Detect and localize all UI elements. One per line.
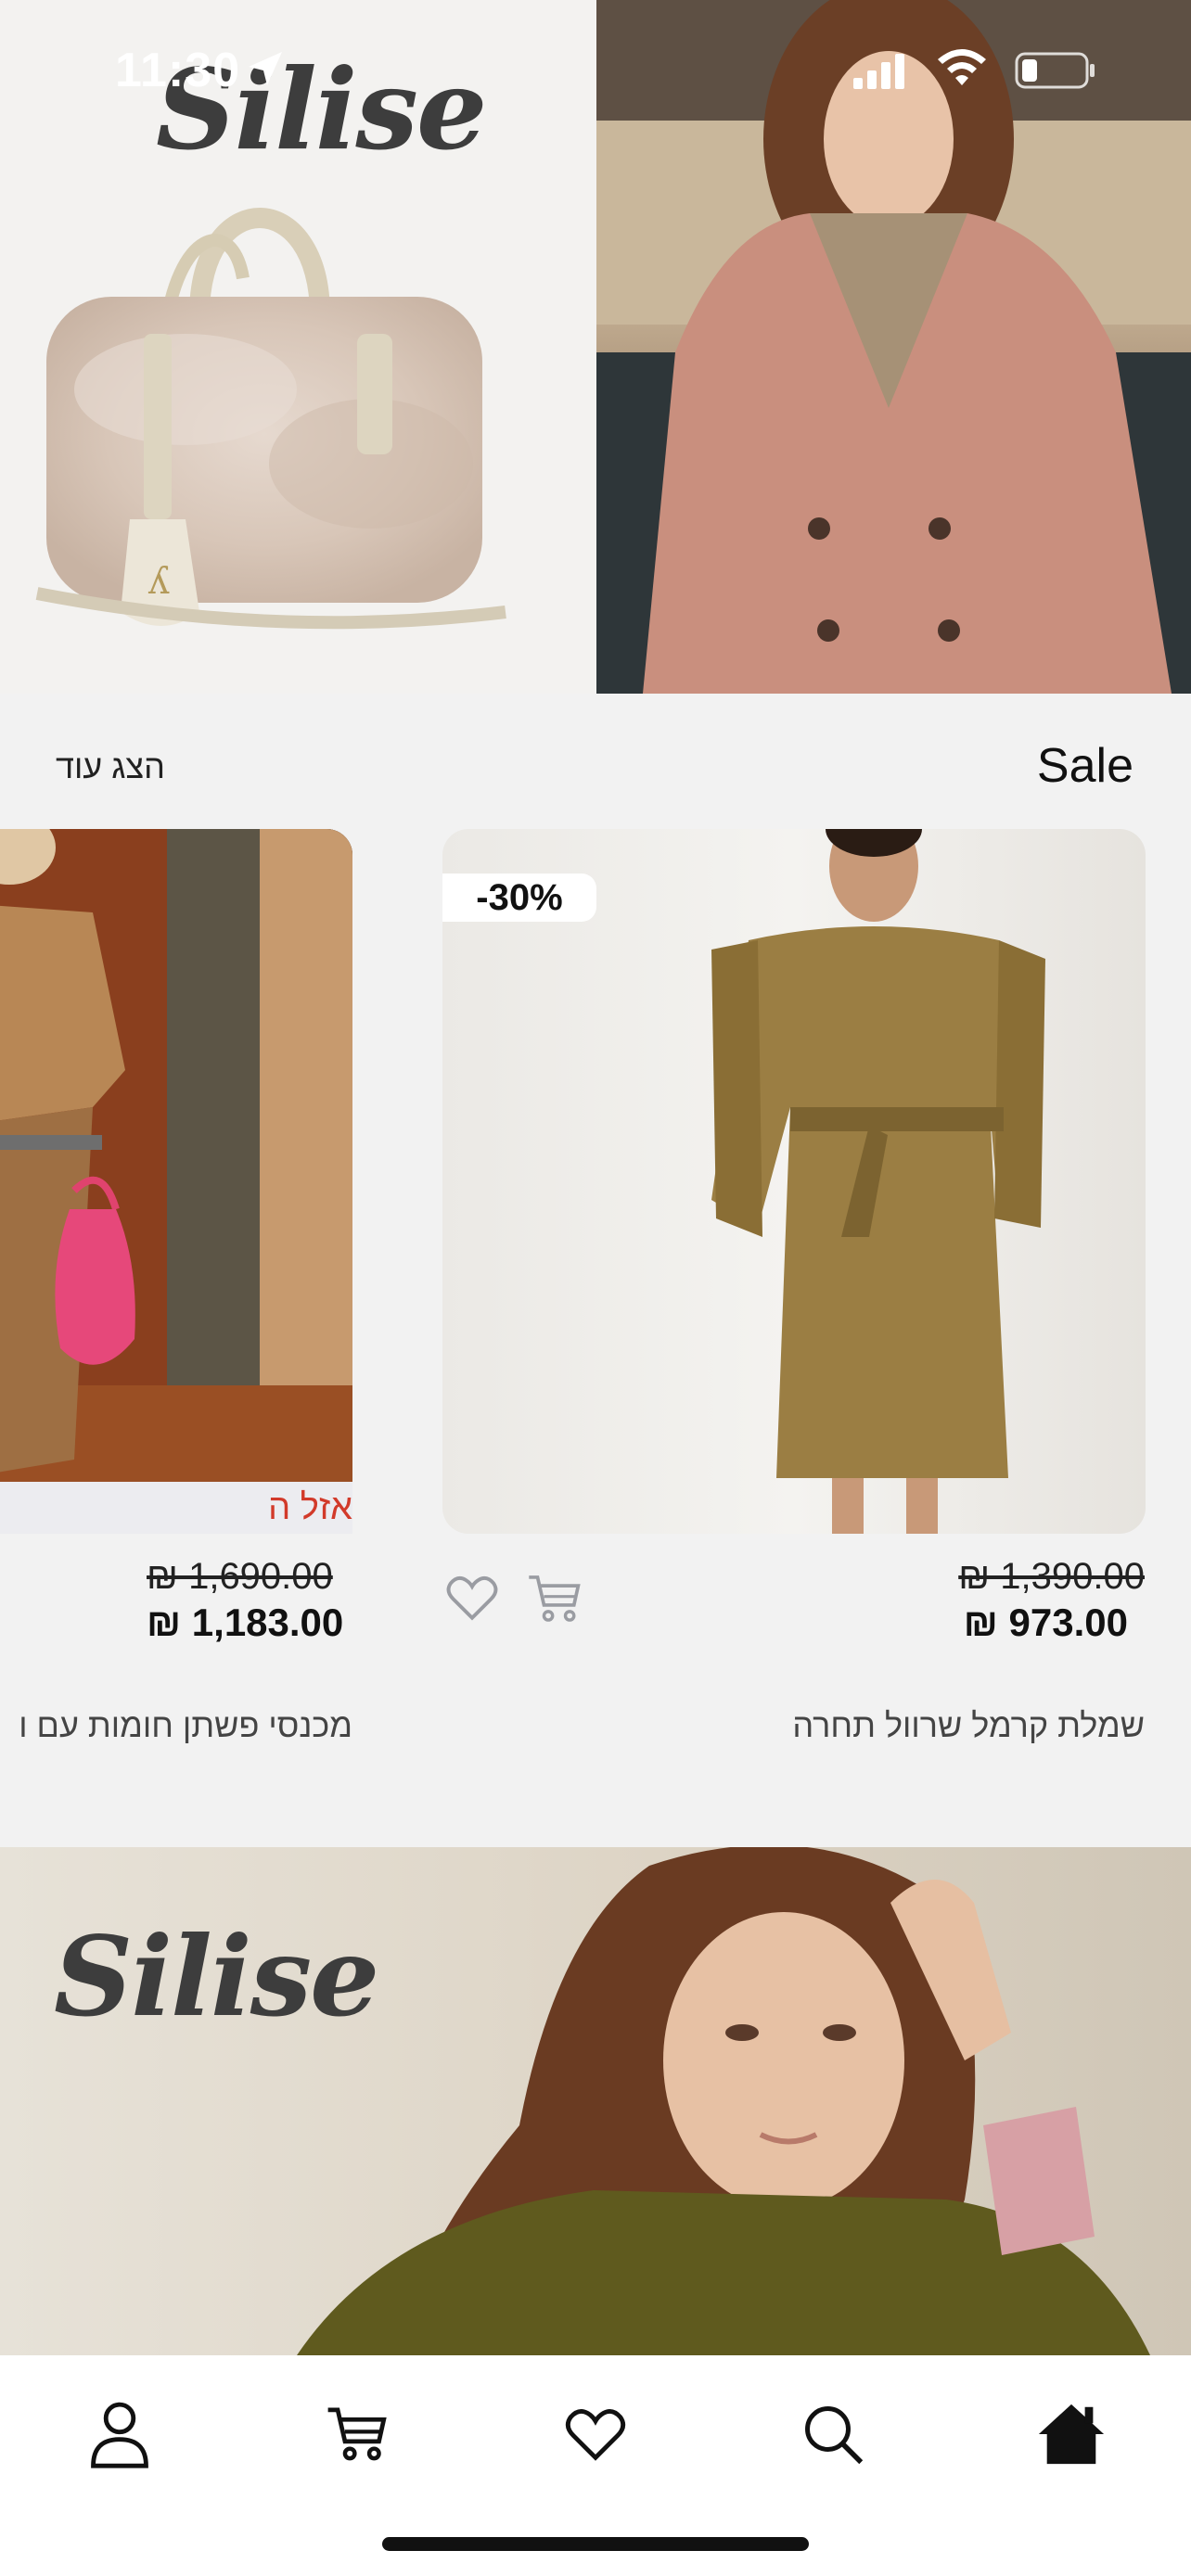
profile-icon bbox=[91, 2402, 148, 2468]
show-more-link[interactable]: הצג עוד bbox=[56, 747, 165, 786]
heart-icon[interactable] bbox=[445, 1573, 499, 1623]
product-image-dress[interactable] bbox=[442, 829, 1146, 1534]
discount-badge: -30% bbox=[442, 874, 596, 922]
svg-text:ʎ: ʎ bbox=[147, 560, 170, 603]
product-name[interactable]: שמלת קרמל שרוול תחרה bbox=[792, 1706, 1145, 1745]
cart-icon bbox=[327, 2407, 387, 2461]
battery-icon bbox=[1015, 52, 1095, 89]
location-arrow-icon bbox=[249, 52, 282, 85]
sale-section-title: Sale bbox=[1036, 739, 1133, 793]
nav-profile[interactable] bbox=[78, 2392, 161, 2476]
nav-search[interactable] bbox=[791, 2392, 875, 2476]
sale-price: ₪ 1,183.00 bbox=[147, 1600, 344, 1644]
cellular-signal-icon bbox=[853, 54, 904, 89]
old-price: ₪ 1,690.00 bbox=[147, 1556, 333, 1597]
nav-home[interactable] bbox=[1030, 2392, 1113, 2476]
status-bar: 11:30 bbox=[0, 0, 1191, 139]
sale-price: ₪ 973.00 bbox=[963, 1600, 1128, 1644]
search-icon bbox=[805, 2406, 864, 2465]
dress-illustration bbox=[711, 829, 1045, 1534]
old-price: ₪ 1,390.00 bbox=[958, 1556, 1145, 1597]
sold-out-text: אזל ה bbox=[268, 1487, 352, 1527]
promo-banner[interactable]: Silise bbox=[0, 1847, 1191, 2355]
linen-outfit-illustration bbox=[0, 829, 352, 1534]
status-time: 11:30 bbox=[115, 44, 241, 97]
sold-out-label: אזל ה bbox=[0, 1482, 352, 1534]
nav-cart[interactable] bbox=[315, 2392, 399, 2476]
home-indicator[interactable] bbox=[382, 2537, 809, 2551]
product-name[interactable]: מכנסי פשתן חומות עם ו bbox=[0, 1706, 352, 1745]
home-icon bbox=[1038, 2404, 1105, 2465]
heart-icon bbox=[565, 2409, 626, 2461]
product-image-linen-pants[interactable] bbox=[0, 829, 352, 1534]
banner-logo: Silise bbox=[54, 1912, 379, 2041]
wifi-icon bbox=[938, 49, 986, 85]
cart-icon[interactable] bbox=[527, 1573, 583, 1625]
nav-favorites[interactable] bbox=[554, 2392, 637, 2476]
